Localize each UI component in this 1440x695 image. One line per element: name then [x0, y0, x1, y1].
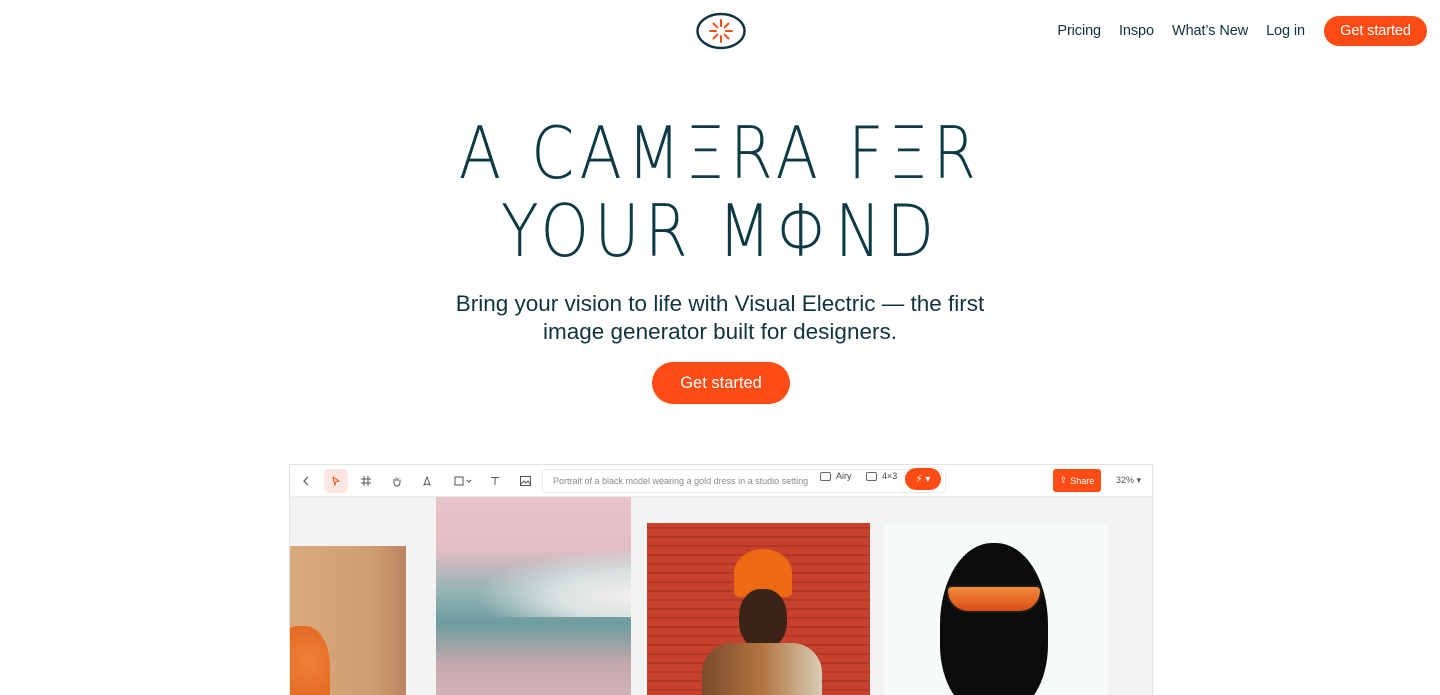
style-chip-label: Airy — [836, 471, 852, 481]
share-button[interactable]: ⇪ Share — [1053, 469, 1101, 492]
select-cursor-icon[interactable] — [324, 469, 348, 493]
aspect-ratio-icon — [866, 471, 877, 481]
canvas-image-visor-silhouette[interactable] — [884, 523, 1108, 695]
nav-link-login[interactable]: Log in — [1266, 23, 1305, 39]
wave-crest — [476, 547, 631, 617]
zoom-level[interactable]: 32% ▾ — [1116, 475, 1141, 486]
portrait-jacket — [702, 643, 822, 695]
visual-electric-logo[interactable] — [696, 12, 746, 50]
hero-title: A CAMΞRA FΞR YOUR MΦND — [101, 114, 1339, 270]
canvas-image-ocean-wave[interactable] — [436, 497, 631, 695]
aspect-ratio-chip[interactable]: 4×3 — [866, 471, 897, 481]
image-tool-icon[interactable] — [513, 469, 537, 493]
visor-goggles — [946, 585, 1042, 613]
aspect-ratio-label: 4×3 — [882, 471, 898, 481]
portrait-face — [739, 589, 787, 649]
nav-get-started-button[interactable]: Get started — [1324, 16, 1427, 46]
canvas-image-portrait-orange-beanie[interactable] — [647, 523, 870, 695]
top-nav: Pricing Inspo What’s New Log in Get star… — [1057, 16, 1427, 46]
prompt-text: Portrait of a black model wearing a gold… — [553, 476, 809, 486]
camera-icon — [820, 471, 831, 481]
hero-get-started-button[interactable]: Get started — [652, 362, 790, 404]
shape-rectangle-icon[interactable] — [450, 469, 478, 493]
visor-head — [940, 543, 1048, 695]
app-preview: Portrait of a black model wearing a gold… — [289, 464, 1153, 695]
style-chip[interactable]: Airy — [820, 471, 852, 481]
frame-icon[interactable] — [354, 469, 378, 493]
hand-icon[interactable] — [385, 469, 409, 493]
back-icon[interactable] — [294, 469, 318, 493]
plush-bear-figure — [290, 626, 330, 695]
hero-subtitle: Bring your vision to life with Visual El… — [0, 290, 1440, 346]
zoom-label: 32% — [1116, 475, 1135, 485]
chevron-down-icon: ▾ — [1136, 475, 1142, 485]
nav-link-inspo[interactable]: Inspo — [1119, 23, 1154, 39]
canvas-image-plush-bear[interactable] — [290, 546, 406, 695]
nav-link-pricing[interactable]: Pricing — [1057, 23, 1101, 39]
hero-title-line-1: A CAMΞRA FΞR — [458, 111, 982, 195]
pen-icon[interactable] — [415, 469, 439, 493]
share-icon: ⇪ — [1059, 475, 1068, 485]
generate-button[interactable]: ⚡︎ ▾ — [905, 468, 941, 490]
nav-link-whats-new[interactable]: What’s New — [1172, 23, 1248, 39]
hero-subtitle-line-2: image generator built for designers. — [543, 319, 897, 344]
lightning-icon: ⚡︎ ▾ — [915, 473, 931, 485]
share-label: Share — [1070, 475, 1095, 486]
hero-subtitle-line-1: Bring your vision to life with Visual El… — [455, 291, 985, 316]
hero-title-line-2: YOUR MΦND — [500, 189, 940, 273]
app-toolbar: Portrait of a black model wearing a gold… — [290, 465, 1152, 497]
text-tool-icon[interactable] — [483, 469, 507, 493]
